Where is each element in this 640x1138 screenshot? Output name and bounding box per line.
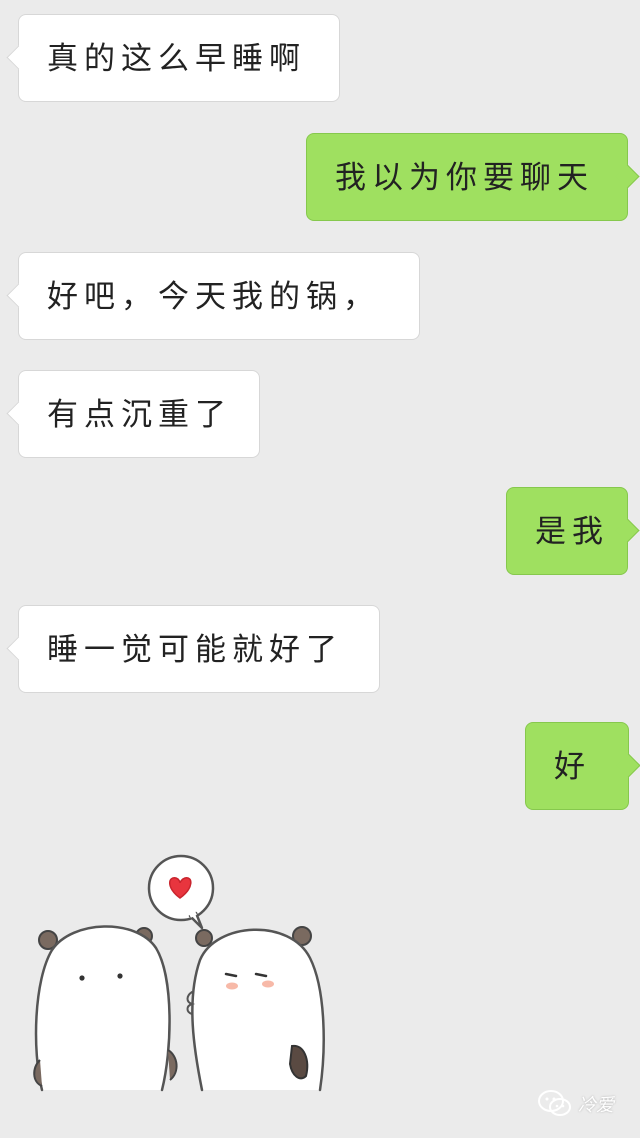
left-bear-icon [33,925,178,1092]
sticker-message[interactable] [20,850,340,1100]
two-bears-heart-sticker-icon [33,854,325,1092]
message-text: 睡一觉可能就好了 [47,632,343,668]
bubble-tail [615,518,640,543]
message-bubble-outgoing[interactable]: 我以为你要聊天 [306,133,640,221]
message-bubble-outgoing[interactable]: 好 [525,722,640,810]
heart-speech-bubble-icon [147,854,215,930]
message-bubble-incoming[interactable]: 睡一觉可能就好了 [6,605,380,693]
message-text: 好 [554,749,591,785]
bubble-tail [6,636,31,661]
message-bubble-incoming[interactable]: 有点沉重了 [6,370,260,458]
bubble-tail [615,164,640,189]
bubble-tail [616,753,640,778]
message-text: 好吧，今天我的锅， [47,279,380,315]
watermark: 冷爱 [538,1088,614,1120]
wechat-icon [538,1090,571,1116]
message-text: 有点沉重了 [47,397,232,433]
message-text: 我以为你要聊天 [335,160,594,196]
watermark-label: 冷爱 [578,1095,614,1116]
bubble-tail [6,283,31,308]
bubble-tail [6,45,31,70]
message-bubble-outgoing[interactable]: 是我 [506,487,640,575]
right-bear-icon [186,926,325,1092]
message-text: 是我 [535,514,609,550]
message-bubble-incoming[interactable]: 好吧，今天我的锅， [6,252,420,340]
message-text: 真的这么早睡啊 [47,41,306,77]
chat-area: 真的这么早睡啊 我以为你要聊天 好吧，今天我的锅， 有点沉重了 是我 睡一觉可能… [0,0,640,1138]
message-bubble-incoming[interactable]: 真的这么早睡啊 [6,14,340,102]
bubble-tail [6,401,31,426]
